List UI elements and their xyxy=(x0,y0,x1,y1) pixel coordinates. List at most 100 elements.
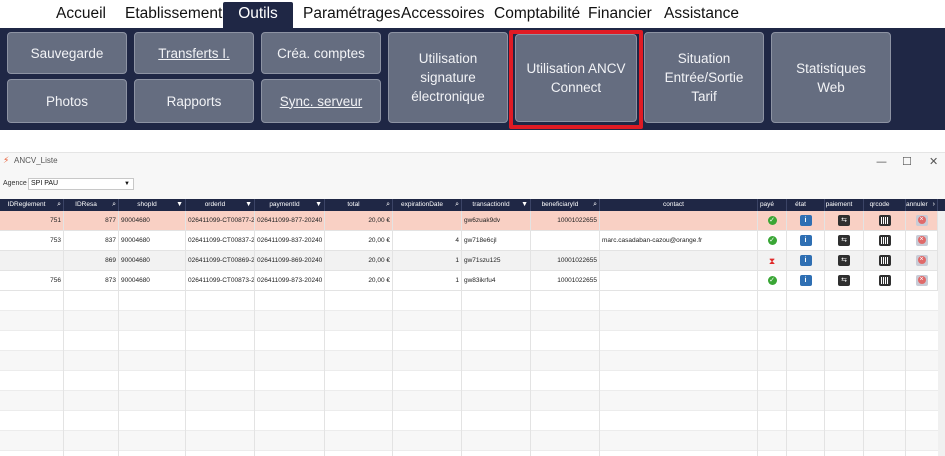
header-paye[interactable]: payé xyxy=(758,199,787,211)
cell-total: 20,00 € xyxy=(325,211,393,231)
transferts-button[interactable]: Transferts I. xyxy=(134,32,254,74)
qrcode-icon[interactable] xyxy=(878,274,891,286)
info-icon[interactable]: i xyxy=(799,254,812,266)
info-icon[interactable]: i xyxy=(799,214,812,226)
chevron-down-icon: ▼ xyxy=(124,181,130,187)
menu-parametrages[interactable]: Paramétrages xyxy=(303,4,400,26)
column-divider xyxy=(324,211,325,456)
cell-paymentid: 026411099-873-20240 xyxy=(255,271,325,291)
maximize-icon[interactable]: ☐ xyxy=(902,155,912,168)
menu-outils[interactable]: Outils xyxy=(223,2,293,28)
tools-ribbon: Sauvegarde Transferts I. Créa. comptes P… xyxy=(0,28,945,130)
menu-accueil[interactable]: Accueil xyxy=(56,4,106,26)
photos-button[interactable]: Photos xyxy=(7,79,127,123)
search-icon[interactable]: ⌕ xyxy=(57,199,61,211)
info-icon[interactable]: i xyxy=(799,274,812,286)
search-icon[interactable]: ⌕ xyxy=(593,199,597,211)
sync-serveur-button[interactable]: Sync. serveur xyxy=(261,79,381,123)
cell-paiement: ⇆ xyxy=(825,251,864,271)
search-icon[interactable]: ⌕ xyxy=(112,199,116,211)
header-qrcode[interactable]: qrcode xyxy=(864,199,906,211)
payment-icon[interactable]: ⇆ xyxy=(838,234,850,246)
header-paymentid[interactable]: paymentId ▼ xyxy=(255,199,325,211)
minimize-icon[interactable]: — xyxy=(876,155,887,168)
info-icon[interactable]: i xyxy=(799,234,812,246)
menu-financier[interactable]: Financier xyxy=(588,4,652,26)
cell-etat: i xyxy=(787,211,825,231)
statistiques-button[interactable]: Statistiques Web xyxy=(771,32,891,123)
header-idreglement[interactable]: IDReglement ⌕ xyxy=(0,199,64,211)
filter-icon[interactable]: ▼ xyxy=(245,199,252,211)
cancel-icon[interactable] xyxy=(915,234,928,246)
qrcode-icon[interactable] xyxy=(878,214,891,226)
cell-contact xyxy=(600,271,758,291)
qrcode-icon[interactable] xyxy=(878,254,891,266)
cell-total: 20,00 € xyxy=(325,271,393,291)
cell-idreglement: 751 xyxy=(0,211,64,231)
header-label: orderId xyxy=(204,201,226,208)
cell-annuler xyxy=(906,211,938,231)
ancv-table: IDReglement ⌕ IDResa ⌕ shopId ▼ orderId ▼ paymen… xyxy=(0,199,945,456)
header-beneficiaryid[interactable]: beneficiaryId ⌕ xyxy=(531,199,600,211)
header-orderid[interactable]: orderId ▼ xyxy=(186,199,255,211)
cancel-icon[interactable] xyxy=(915,274,928,286)
cell-expiration: 1 xyxy=(393,251,462,271)
header-annuler[interactable]: annuler › xyxy=(906,199,938,211)
row-divider xyxy=(0,370,938,371)
header-contact[interactable]: contact xyxy=(600,199,758,211)
cancel-icon[interactable] xyxy=(915,254,928,266)
menu-etablissement[interactable]: Etablissement xyxy=(125,4,222,26)
header-shopid[interactable]: shopId ▼ xyxy=(119,199,186,211)
close-icon[interactable]: ✕ xyxy=(929,155,938,168)
header-etat[interactable]: état xyxy=(787,199,825,211)
cell-shopid: 90004680 xyxy=(119,251,186,271)
cell-qrcode xyxy=(864,271,906,291)
payment-icon[interactable]: ⇆ xyxy=(838,214,850,226)
table-row[interactable]: 751 877 90004680 026411099-CT00877-2 0264110… xyxy=(0,211,938,231)
filter-icon[interactable]: ▼ xyxy=(315,199,322,211)
column-divider xyxy=(461,211,462,456)
header-transactionid[interactable]: transactionId ▼ xyxy=(462,199,531,211)
cell-transaction: gw718e6cjl xyxy=(462,231,531,251)
filter-icon[interactable]: ▼ xyxy=(521,199,528,211)
header-idresa[interactable]: IDResa ⌕ xyxy=(64,199,119,211)
cancel-icon[interactable] xyxy=(915,214,928,226)
sauvegarde-button[interactable]: Sauvegarde xyxy=(7,32,127,74)
header-expirationdate[interactable]: expirationDate ⌕ xyxy=(393,199,462,211)
utilisation-ancv-button[interactable]: Utilisation ANCV Connect xyxy=(515,34,637,122)
cell-paye: ✓ xyxy=(758,231,787,251)
filter-icon[interactable]: ▼ xyxy=(176,199,183,211)
cell-idresa: 873 xyxy=(64,271,119,291)
vertical-scrollbar[interactable] xyxy=(938,211,945,456)
cell-idresa: 837 xyxy=(64,231,119,251)
column-divider xyxy=(530,211,531,456)
qrcode-icon[interactable] xyxy=(878,234,891,246)
utilisation-signature-button[interactable]: Utilisation signature électronique xyxy=(388,32,508,123)
menu-accessoires[interactable]: Accessoires xyxy=(401,4,485,26)
payment-icon[interactable]: ⇆ xyxy=(838,274,850,286)
rapports-button[interactable]: Rapports xyxy=(134,79,254,123)
header-label: contact xyxy=(663,201,684,208)
menu-assistance[interactable]: Assistance xyxy=(664,4,739,26)
cell-shopid: 90004680 xyxy=(119,271,186,291)
agence-select[interactable]: SPI PAU ▼ xyxy=(28,178,134,190)
table-row[interactable]: 753 837 90004680 026411099-CT00837-2 0264110… xyxy=(0,231,938,251)
menu-comptabilite[interactable]: Comptabilité xyxy=(494,4,580,26)
crea-comptes-button[interactable]: Créa. comptes xyxy=(261,32,381,74)
payment-icon[interactable]: ⇆ xyxy=(838,254,850,266)
table-row[interactable]: 869 90004680 026411099-CT00869-2 026411099-… xyxy=(0,251,938,271)
utilisation-ancv-label: Utilisation ANCV Connect xyxy=(526,61,626,95)
situation-button[interactable]: Situation Entrée/Sortie Tarif xyxy=(644,32,764,123)
table-row[interactable]: 756 873 90004680 026411099-CT00873-2 0264110… xyxy=(0,271,938,291)
search-icon[interactable]: ⌕ xyxy=(386,199,390,211)
rapports-label: Rapports xyxy=(166,93,222,109)
sync-serveur-label: Sync. serveur xyxy=(279,93,363,109)
cell-orderid: 026411099-CT00877-2 xyxy=(186,211,255,231)
check-icon: ✓ xyxy=(767,215,777,225)
header-total[interactable]: total ⌕ xyxy=(325,199,393,211)
chevron-right-icon[interactable]: › xyxy=(933,199,935,211)
cell-etat: i xyxy=(787,271,825,291)
cell-paymentid: 026411099-869-20240 xyxy=(255,251,325,271)
search-icon[interactable]: ⌕ xyxy=(455,199,459,211)
header-paiement[interactable]: paiement xyxy=(825,199,864,211)
